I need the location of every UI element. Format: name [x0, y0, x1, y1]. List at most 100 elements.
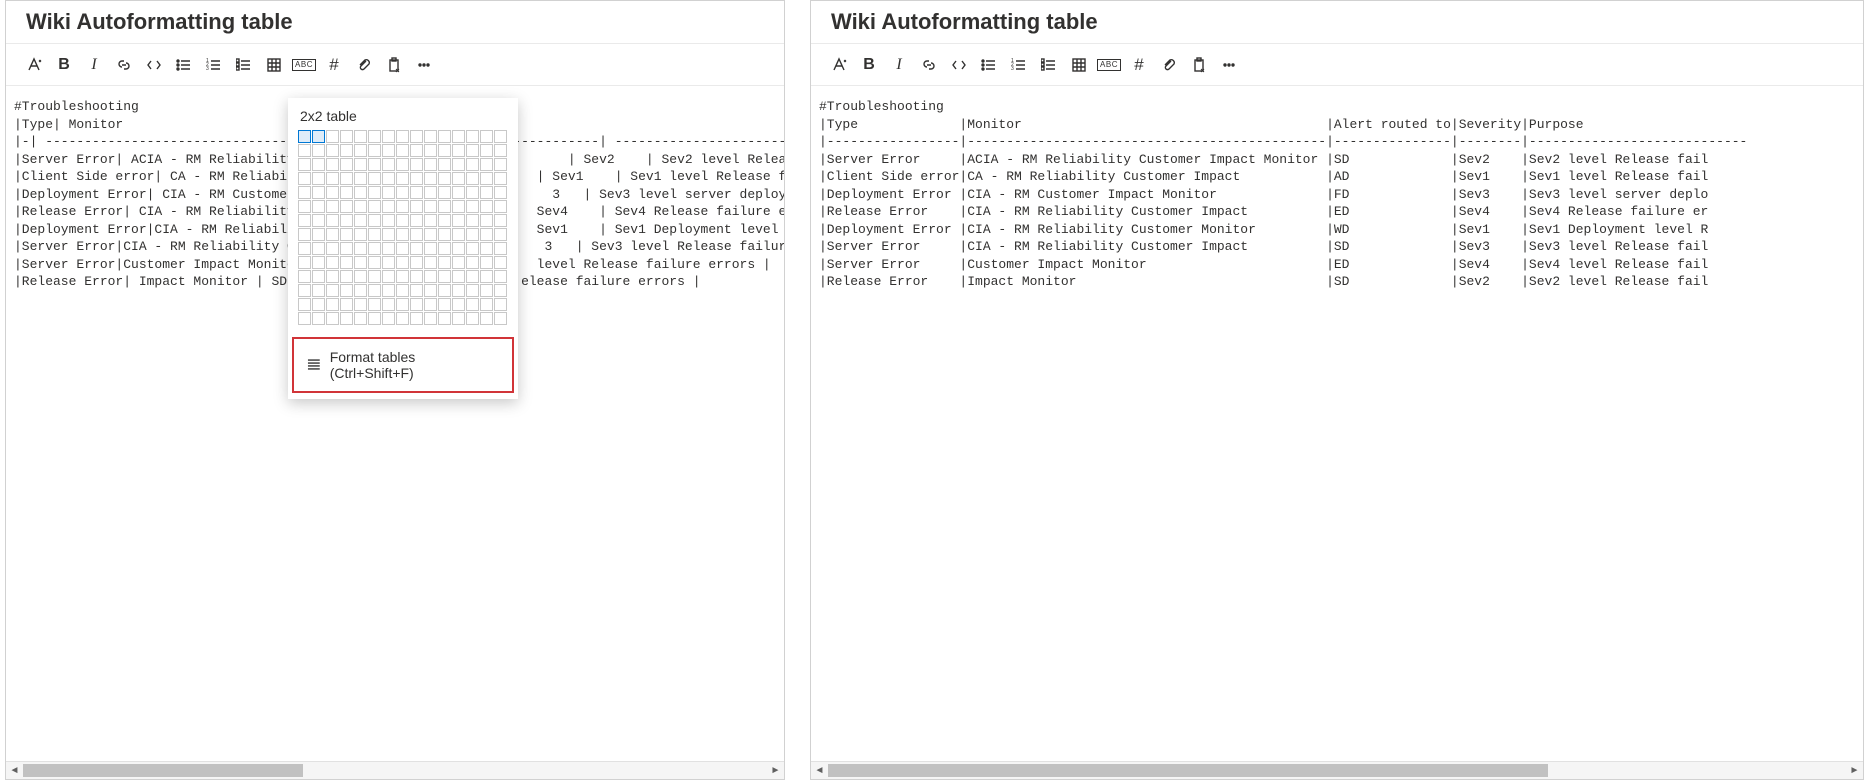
table-picker-cell[interactable] [466, 284, 479, 297]
table-picker-cell[interactable] [452, 130, 465, 143]
table-picker-cell[interactable] [494, 200, 507, 213]
italic-button[interactable]: I [885, 50, 913, 80]
table-button[interactable] [1065, 50, 1093, 80]
table-picker-cell[interactable] [340, 158, 353, 171]
table-picker-cell[interactable] [452, 200, 465, 213]
table-picker-cell[interactable] [494, 158, 507, 171]
table-picker-cell[interactable] [382, 284, 395, 297]
table-picker-cell[interactable] [354, 144, 367, 157]
table-picker-cell[interactable] [424, 270, 437, 283]
table-picker-cell[interactable] [382, 158, 395, 171]
table-picker-cell[interactable] [466, 144, 479, 157]
table-picker-cell[interactable] [480, 158, 493, 171]
table-picker-cell[interactable] [298, 158, 311, 171]
table-picker-cell[interactable] [494, 144, 507, 157]
table-picker-cell[interactable] [312, 256, 325, 269]
table-picker-cell[interactable] [368, 158, 381, 171]
markdown-source[interactable]: #Troubleshooting |Type |Monitor |Alert r… [819, 98, 1855, 291]
table-picker-cell[interactable] [424, 256, 437, 269]
table-picker-cell[interactable] [410, 298, 423, 311]
table-picker-cell[interactable] [340, 256, 353, 269]
table-picker-cell[interactable] [452, 284, 465, 297]
table-picker-cell[interactable] [298, 200, 311, 213]
table-picker-cell[interactable] [438, 172, 451, 185]
table-picker-cell[interactable] [298, 130, 311, 143]
table-picker-cell[interactable] [396, 312, 409, 325]
table-picker-cell[interactable] [298, 270, 311, 283]
table-picker-cell[interactable] [424, 200, 437, 213]
table-picker-cell[interactable] [452, 186, 465, 199]
table-picker-cell[interactable] [326, 214, 339, 227]
table-picker-cell[interactable] [410, 284, 423, 297]
table-picker-cell[interactable] [368, 214, 381, 227]
format-tables-button[interactable]: Format tables (Ctrl+Shift+F) [292, 337, 514, 393]
table-picker-cell[interactable] [438, 200, 451, 213]
scroll-left-arrow[interactable]: ◄ [6, 762, 23, 779]
scroll-thumb[interactable] [23, 764, 303, 777]
table-picker-cell[interactable] [312, 144, 325, 157]
table-picker-cell[interactable] [382, 186, 395, 199]
table-picker-cell[interactable] [466, 186, 479, 199]
table-picker-cell[interactable] [480, 172, 493, 185]
table-picker-cell[interactable] [410, 130, 423, 143]
table-picker-cell[interactable] [326, 144, 339, 157]
italic-button[interactable]: I [80, 50, 108, 80]
table-button[interactable] [260, 50, 288, 80]
table-picker-cell[interactable] [424, 186, 437, 199]
bold-button[interactable]: B [855, 50, 883, 80]
table-picker-cell[interactable] [340, 284, 353, 297]
table-picker-cell[interactable] [494, 186, 507, 199]
horizontal-scrollbar[interactable]: ◄ ► [6, 761, 784, 779]
table-picker-cell[interactable] [438, 186, 451, 199]
table-picker-cell[interactable] [340, 186, 353, 199]
horizontal-scrollbar[interactable]: ◄ ► [811, 761, 1863, 779]
scroll-right-arrow[interactable]: ► [1846, 762, 1863, 779]
table-picker-cell[interactable] [452, 256, 465, 269]
table-picker-cell[interactable] [312, 270, 325, 283]
text-style-button[interactable] [20, 50, 48, 80]
table-picker-cell[interactable] [438, 214, 451, 227]
table-picker-cell[interactable] [452, 158, 465, 171]
table-picker-cell[interactable] [410, 312, 423, 325]
numbered-list-button[interactable]: 123 [200, 50, 228, 80]
table-picker-cell[interactable] [466, 298, 479, 311]
table-picker-cell[interactable] [326, 158, 339, 171]
table-picker-cell[interactable] [382, 228, 395, 241]
table-picker-cell[interactable] [410, 144, 423, 157]
table-picker-cell[interactable] [396, 256, 409, 269]
checklist-button[interactable] [230, 50, 258, 80]
attachment-button[interactable] [350, 50, 378, 80]
table-picker-cell[interactable] [340, 298, 353, 311]
table-picker-cell[interactable] [466, 130, 479, 143]
table-picker-cell[interactable] [480, 242, 493, 255]
table-picker-cell[interactable] [424, 214, 437, 227]
table-picker-cell[interactable] [354, 214, 367, 227]
table-picker-cell[interactable] [354, 242, 367, 255]
table-picker-cell[interactable] [312, 298, 325, 311]
table-picker-cell[interactable] [452, 270, 465, 283]
table-picker-cell[interactable] [452, 214, 465, 227]
table-picker-cell[interactable] [298, 242, 311, 255]
table-picker-cell[interactable] [466, 312, 479, 325]
table-picker-cell[interactable] [298, 214, 311, 227]
table-picker-cell[interactable] [354, 256, 367, 269]
table-picker-cell[interactable] [298, 312, 311, 325]
attachment-button[interactable] [1155, 50, 1183, 80]
table-picker-cell[interactable] [382, 242, 395, 255]
table-picker-cell[interactable] [452, 298, 465, 311]
table-picker-cell[interactable] [466, 214, 479, 227]
code-button[interactable] [140, 50, 168, 80]
scroll-left-arrow[interactable]: ◄ [811, 762, 828, 779]
table-picker-cell[interactable] [382, 270, 395, 283]
table-picker-cell[interactable] [368, 186, 381, 199]
bold-button[interactable]: B [50, 50, 78, 80]
table-picker-cell[interactable] [354, 298, 367, 311]
table-picker-cell[interactable] [396, 200, 409, 213]
table-picker-cell[interactable] [354, 270, 367, 283]
table-picker-cell[interactable] [424, 130, 437, 143]
table-picker-cell[interactable] [340, 200, 353, 213]
scroll-thumb[interactable] [828, 764, 1548, 777]
table-picker-cell[interactable] [354, 172, 367, 185]
table-picker-cell[interactable] [396, 144, 409, 157]
checklist-button[interactable] [1035, 50, 1063, 80]
